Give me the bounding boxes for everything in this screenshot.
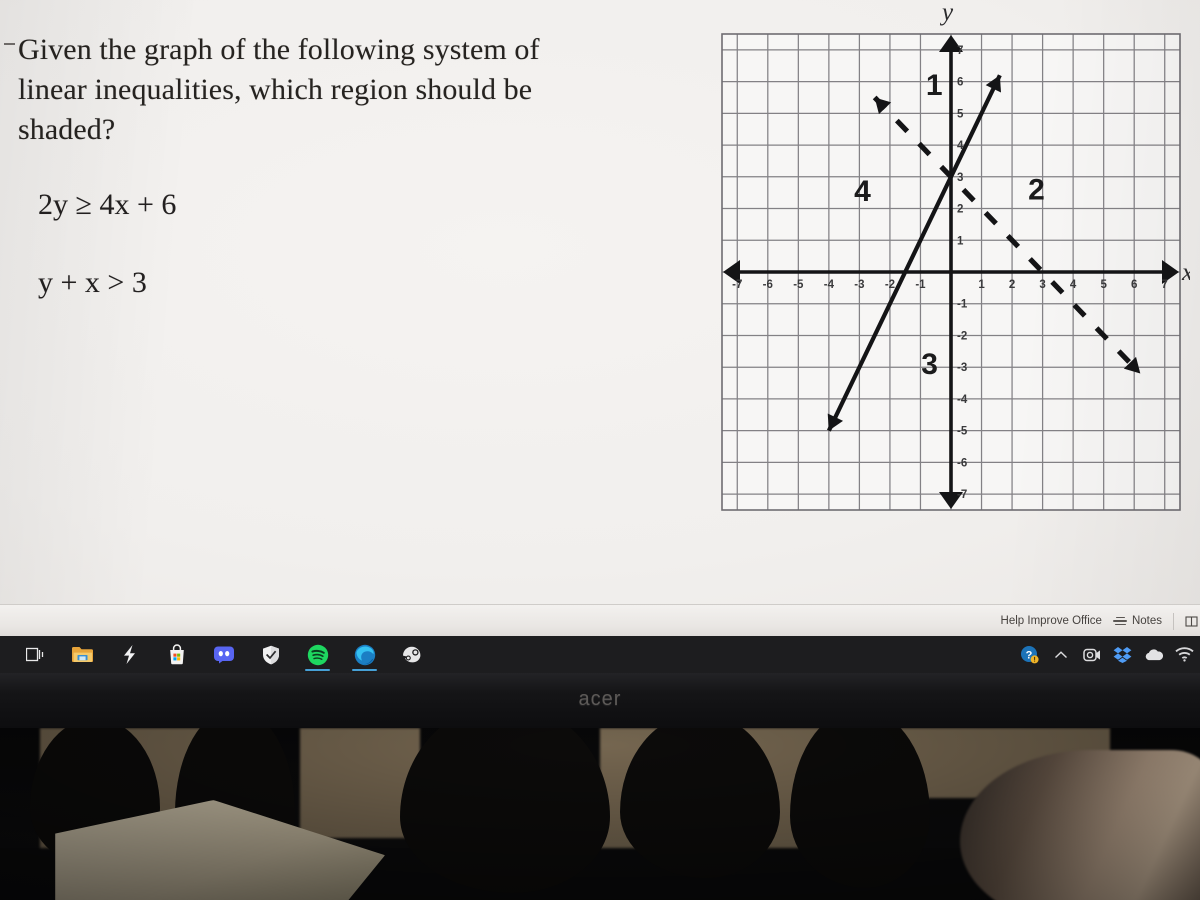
flash-bolt-icon[interactable] xyxy=(106,636,153,673)
spotify-running-indicator xyxy=(305,668,330,671)
question-line-2: linear inequalities, which region should… xyxy=(18,72,533,106)
inequality-2: y + x > 3 xyxy=(38,266,147,299)
acer-logo: acer xyxy=(578,688,622,710)
x-tick-label: 5 xyxy=(1100,279,1107,291)
region-label-2: 2 xyxy=(1028,173,1045,206)
x-axis-label: x xyxy=(1181,259,1190,286)
x-tick-label: 2 xyxy=(1009,279,1015,291)
edge-running-indicator xyxy=(352,668,377,671)
microsoft-edge-icon[interactable] xyxy=(341,636,388,673)
monitor-screen: Given the graph of the following system … xyxy=(0,0,1200,620)
region-label-3: 3 xyxy=(921,348,938,381)
x-tick-label: -1 xyxy=(915,279,926,291)
windows-security-icon[interactable] xyxy=(247,636,294,673)
wifi-icon[interactable] xyxy=(1175,645,1194,664)
y-tick-label: 5 xyxy=(957,108,964,120)
help-question-icon[interactable]: ? xyxy=(1020,645,1039,664)
x-tick-label: 6 xyxy=(1131,279,1137,291)
question-text: Given the graph of the following system … xyxy=(4,30,638,150)
discord-icon[interactable] xyxy=(200,636,247,673)
y-tick-label: 1 xyxy=(957,235,964,247)
spotify-icon[interactable] xyxy=(294,636,341,673)
inequality-system: 2y ≥ 4x + 6 y + x > 3 xyxy=(38,188,458,344)
help-improve-office-label: Help Improve Office xyxy=(1000,615,1102,627)
y-tick-label: -4 xyxy=(957,394,968,406)
x-tick-label: 3 xyxy=(1039,279,1045,291)
y-tick-label: 3 xyxy=(957,172,963,184)
y-axis-label: y xyxy=(939,0,954,26)
x-tick-label: -4 xyxy=(824,279,835,291)
x-tick-label: 7 xyxy=(1162,279,1168,291)
desk-background-photo xyxy=(0,728,1200,900)
x-tick-label: -5 xyxy=(793,279,804,291)
x-tick-label: 1 xyxy=(978,279,985,291)
notes-icon xyxy=(1112,616,1127,627)
file-explorer-icon[interactable] xyxy=(59,636,106,673)
webcam-icon[interactable] xyxy=(1082,645,1101,664)
y-tick-label: -3 xyxy=(957,362,967,374)
photo-vignette xyxy=(0,728,1200,900)
office-status-bar: Help Improve Office Notes xyxy=(0,604,1200,636)
coordinate-graph: -7 -6 -5 -4 -3 -2 -1 1 2 3 4 5 6 7 7 6 5 4 3 2 1 -1 -2 -3 -4 -5 -6… xyxy=(712,0,1190,517)
status-separator xyxy=(1173,612,1174,630)
task-view-icon[interactable] xyxy=(12,636,59,673)
steam-icon[interactable] xyxy=(388,636,435,673)
notes-button[interactable]: Notes xyxy=(1112,615,1162,627)
question-line-3: shaded? xyxy=(18,112,116,146)
onedrive-cloud-icon[interactable] xyxy=(1144,645,1163,664)
help-improve-office-button[interactable]: Help Improve Office xyxy=(1001,615,1102,627)
x-tick-label: 4 xyxy=(1070,279,1077,291)
x-tick-label: -7 xyxy=(732,279,742,291)
bullet-dash xyxy=(4,43,15,45)
y-tick-label: -5 xyxy=(957,426,968,438)
view-mode-button[interactable] xyxy=(1185,615,1198,628)
x-tick-label: -2 xyxy=(885,279,895,291)
y-tick-label: 6 xyxy=(957,77,963,89)
x-tick-label: -6 xyxy=(763,279,773,291)
y-tick-label: 7 xyxy=(957,45,963,57)
y-tick-label: -1 xyxy=(957,299,968,311)
y-tick-label: -6 xyxy=(957,457,967,469)
microsoft-store-icon[interactable] xyxy=(153,636,200,673)
region-label-4: 4 xyxy=(854,175,871,208)
graph-svg: -7 -6 -5 -4 -3 -2 -1 1 2 3 4 5 6 7 7 6 5 4 3 2 1 -1 -2 -3 -4 -5 -6… xyxy=(721,0,1190,511)
y-tick-label: -2 xyxy=(957,330,967,342)
windows-taskbar: ? xyxy=(0,636,1200,673)
chevron-up-icon[interactable] xyxy=(1051,645,1070,664)
y-tick-label: 4 xyxy=(957,140,964,152)
dropbox-icon[interactable] xyxy=(1113,645,1132,664)
question-line-1: Given the graph of the following system … xyxy=(18,33,540,66)
region-label-1: 1 xyxy=(926,69,943,102)
notes-label: Notes xyxy=(1131,615,1162,627)
y-tick-label: 2 xyxy=(957,204,963,216)
reading-view-icon xyxy=(1185,615,1198,627)
y-tick-label: -7 xyxy=(957,489,967,501)
x-tick-label: -3 xyxy=(854,279,864,291)
inequality-1: 2y ≥ 4x + 6 xyxy=(38,188,177,221)
